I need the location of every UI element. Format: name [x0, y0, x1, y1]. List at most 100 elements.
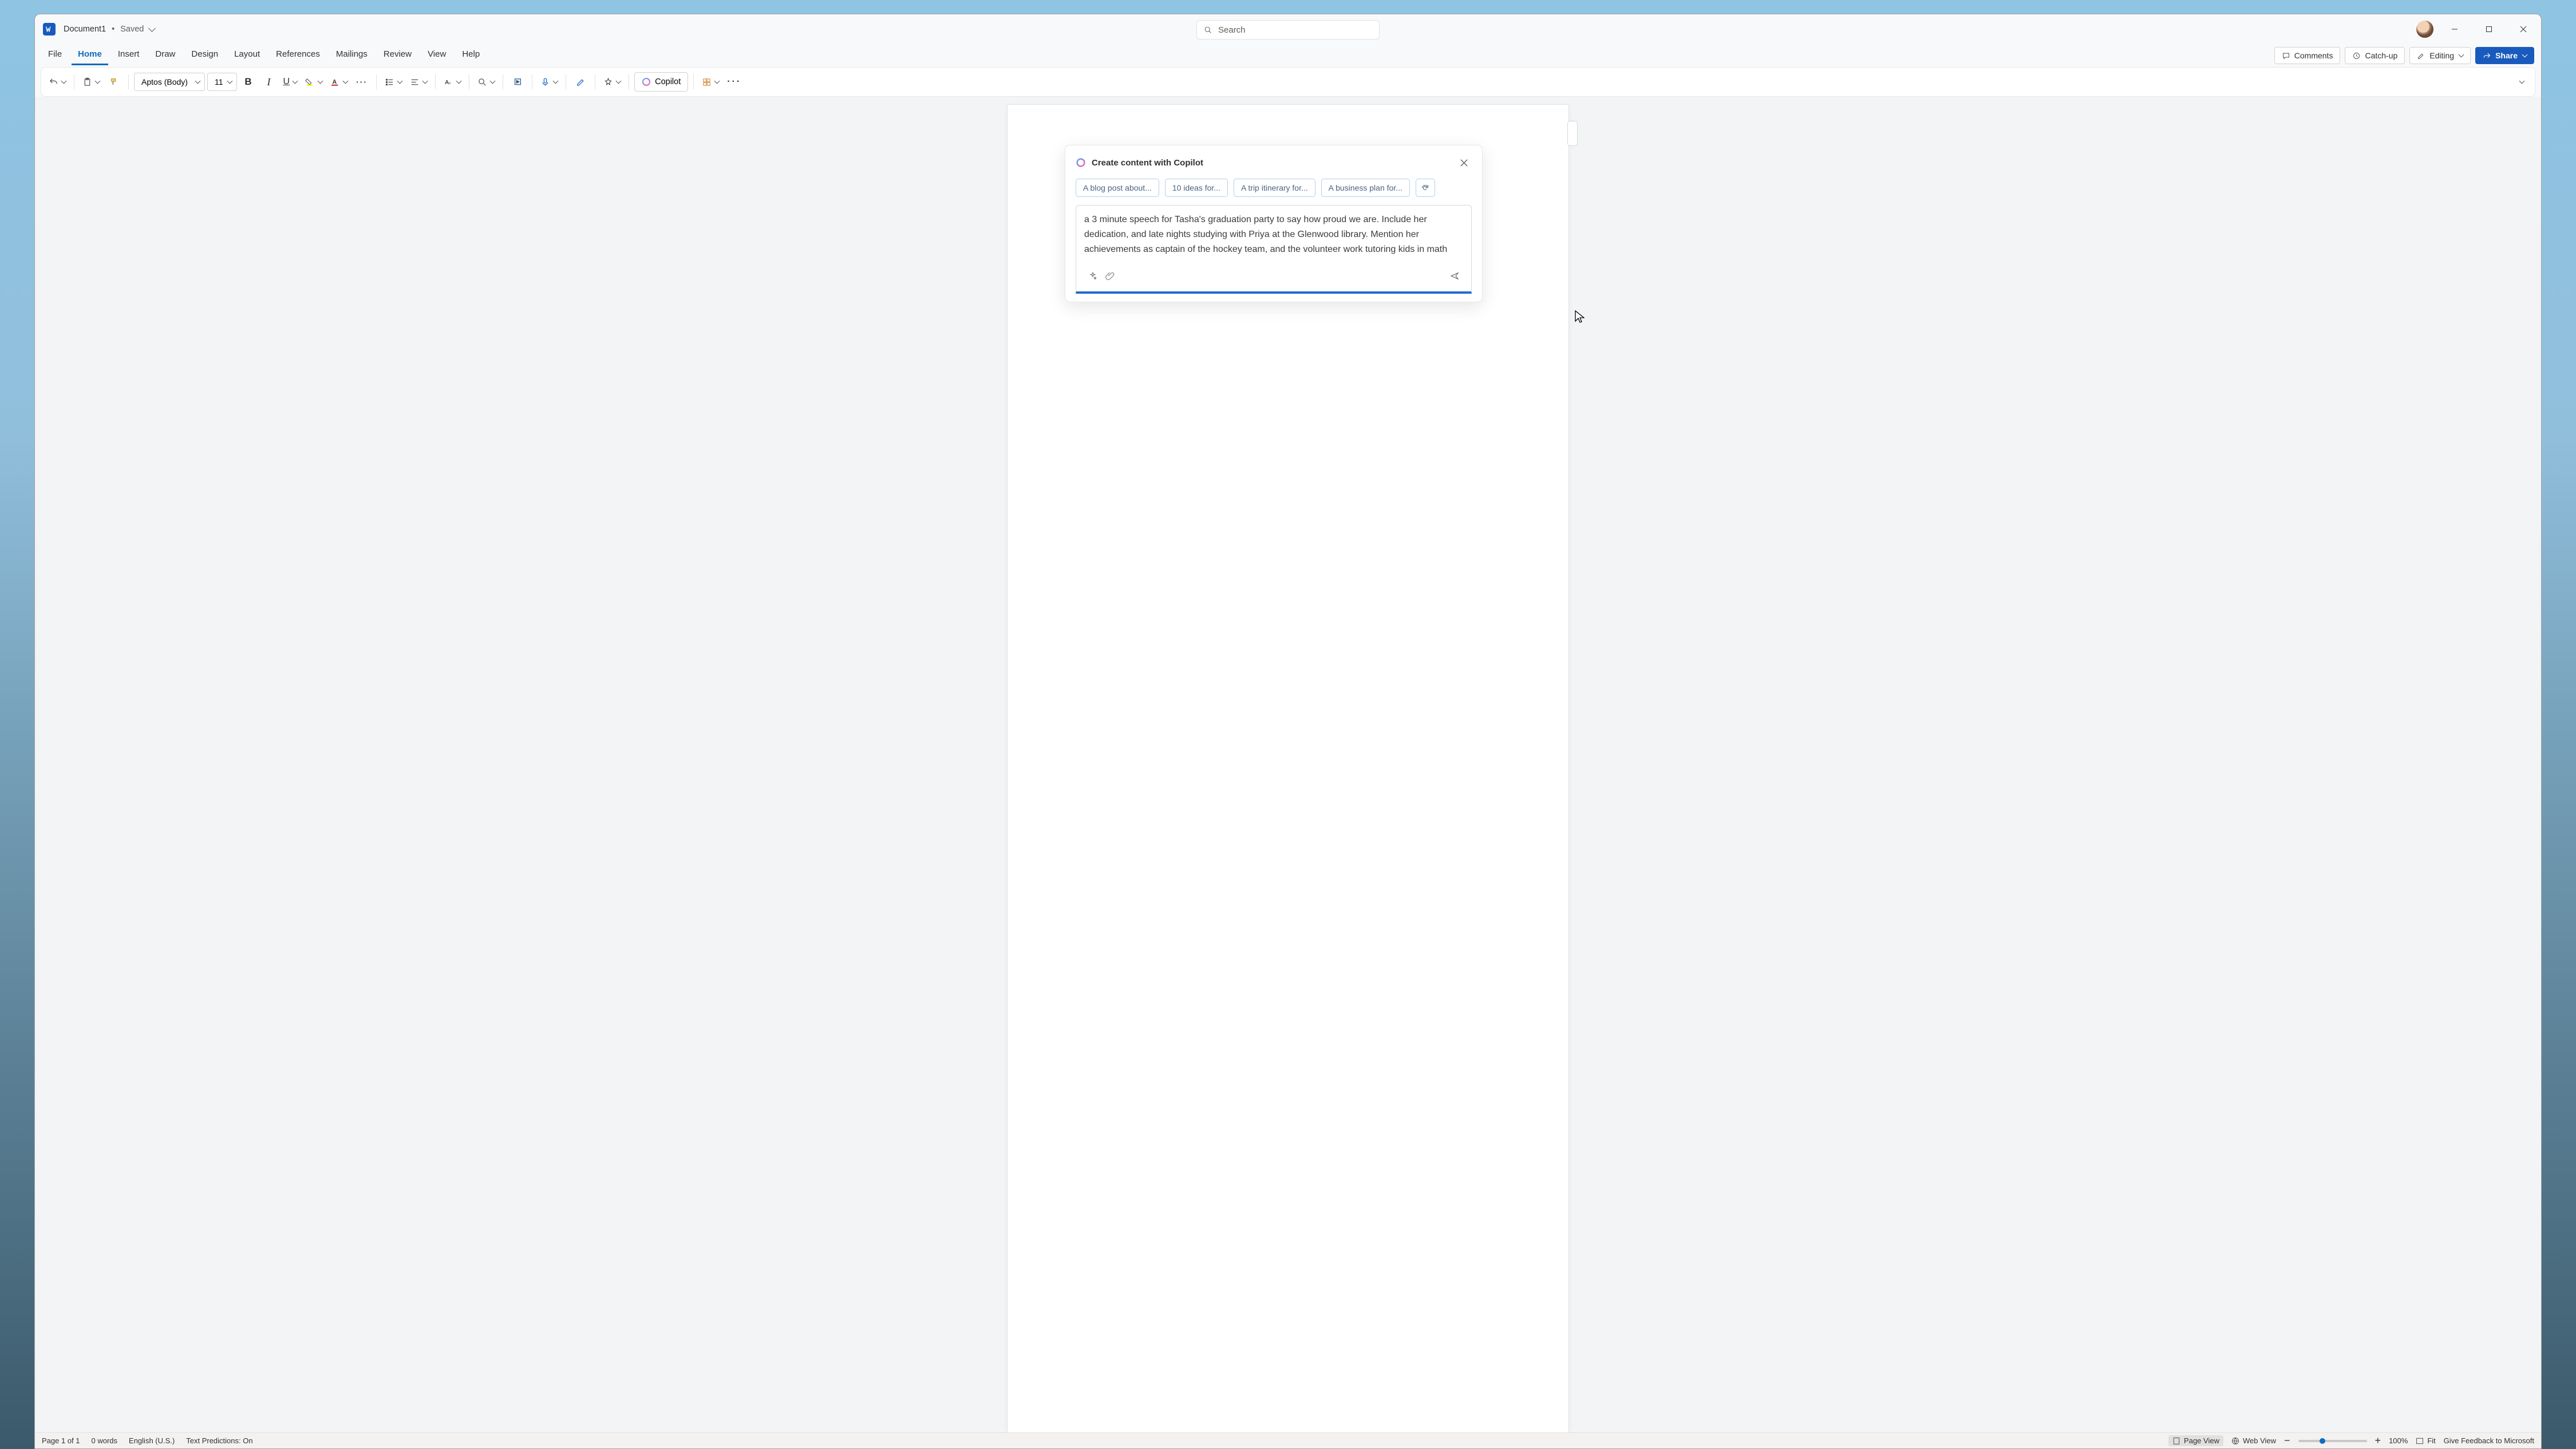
user-avatar[interactable]: [2416, 21, 2433, 38]
zoom-out-button[interactable]: −: [2284, 1435, 2290, 1447]
editor-button[interactable]: [571, 72, 590, 92]
ribbon-tabs: File Home Insert Draw Design Layout Refe…: [35, 44, 2541, 67]
zoom-slider[interactable]: [2298, 1440, 2367, 1442]
copilot-panel: Create content with Copilot A blog post …: [1065, 145, 1483, 302]
font-size-select[interactable]: 11: [207, 73, 237, 91]
copilot-prompt-box[interactable]: a 3 minute speech for Tasha's graduation…: [1076, 205, 1472, 294]
chip-ideas[interactable]: 10 ideas for...: [1165, 179, 1228, 197]
tab-insert[interactable]: Insert: [112, 46, 146, 65]
send-button[interactable]: [1446, 267, 1463, 285]
app-window: Document1 • Saved Search File Home Inser…: [34, 14, 2542, 1449]
title-bar: Document1 • Saved Search: [35, 14, 2541, 44]
dictate-button[interactable]: [538, 72, 560, 92]
font-color-button[interactable]: A: [327, 72, 350, 92]
pencil-icon: [2417, 52, 2425, 60]
comment-icon: [2282, 52, 2290, 60]
feedback-link[interactable]: Give Feedback to Microsoft: [2444, 1436, 2534, 1445]
styles-button[interactable]: Aa: [441, 72, 464, 92]
catch-up-button[interactable]: Catch-up: [2345, 47, 2405, 64]
attach-button[interactable]: [1101, 267, 1119, 285]
tab-home[interactable]: Home: [72, 46, 108, 65]
font-family-select[interactable]: Aptos (Body): [134, 73, 205, 91]
margin-handle[interactable]: [1567, 121, 1578, 146]
undo-button[interactable]: [46, 72, 69, 92]
language-indicator[interactable]: English (U.S.): [129, 1436, 175, 1445]
send-icon: [1450, 271, 1459, 281]
editing-mode-button[interactable]: Editing: [2409, 47, 2471, 64]
word-app-icon: [43, 23, 56, 35]
tab-draw[interactable]: Draw: [149, 46, 181, 65]
text-predictions[interactable]: Text Predictions: On: [186, 1436, 252, 1445]
svg-text:A: A: [333, 78, 337, 85]
underline-button[interactable]: U: [280, 72, 301, 92]
document-page[interactable]: Create content with Copilot A blog post …: [1008, 105, 1568, 1432]
page-indicator[interactable]: Page 1 of 1: [42, 1436, 80, 1445]
format-painter-button[interactable]: [105, 72, 123, 92]
highlight-button[interactable]: [302, 72, 325, 92]
search-icon: [1204, 26, 1212, 34]
save-state: Saved: [120, 25, 144, 34]
tab-row-right: Comments Catch-up Editing Share: [2274, 47, 2534, 64]
zoom-in-button[interactable]: +: [2375, 1435, 2381, 1447]
copilot-icon: [642, 77, 651, 86]
svg-text:a: a: [449, 81, 451, 85]
copilot-title: Create content with Copilot: [1092, 158, 1203, 168]
tab-design[interactable]: Design: [185, 46, 224, 65]
italic-button[interactable]: I: [260, 72, 278, 92]
refresh-chips-button[interactable]: [1416, 179, 1435, 197]
paste-button[interactable]: [80, 72, 102, 92]
table-grid-button[interactable]: [699, 72, 722, 92]
tab-help[interactable]: Help: [456, 46, 486, 65]
sparkle-icon: [1088, 271, 1097, 281]
close-copilot-button[interactable]: [1456, 155, 1472, 171]
collapse-ribbon[interactable]: [2512, 72, 2530, 92]
refresh-icon: [1421, 184, 1429, 192]
close-window-button[interactable]: [2510, 18, 2537, 41]
page-view-button[interactable]: Page View: [2168, 1435, 2223, 1446]
search-placeholder: Search: [1218, 25, 1246, 35]
tab-view[interactable]: View: [421, 46, 452, 65]
ribbon-toolbar: Aptos (Body) 11 B I U A ··· Aa: [41, 67, 2535, 97]
status-bar: Page 1 of 1 0 words English (U.S.) Text …: [35, 1432, 2541, 1448]
document-title[interactable]: Document1 • Saved: [64, 25, 155, 34]
inspire-button[interactable]: [1084, 267, 1101, 285]
designer-button[interactable]: [600, 72, 623, 92]
attachment-icon: [1105, 271, 1115, 281]
word-count[interactable]: 0 words: [92, 1436, 118, 1445]
chevron-down-icon: [148, 25, 156, 32]
fit-button[interactable]: Fit: [2416, 1436, 2435, 1445]
prompt-text[interactable]: a 3 minute speech for Tasha's graduation…: [1084, 212, 1463, 257]
doc-name: Document1: [64, 25, 106, 34]
zoom-level[interactable]: 100%: [2389, 1436, 2408, 1445]
find-button[interactable]: [475, 72, 497, 92]
web-view-button[interactable]: Web View: [2231, 1436, 2276, 1445]
mouse-cursor: [1574, 310, 1585, 327]
catchup-icon: [2352, 52, 2361, 60]
copilot-icon: [1076, 157, 1086, 168]
tab-review[interactable]: Review: [377, 46, 418, 65]
share-icon: [2483, 52, 2491, 60]
chip-business-plan[interactable]: A business plan for...: [1321, 179, 1410, 197]
bold-button[interactable]: B: [239, 72, 258, 92]
chip-blog-post[interactable]: A blog post about...: [1076, 179, 1159, 197]
more-commands[interactable]: ···: [724, 72, 744, 92]
copilot-ribbon-button[interactable]: Copilot: [634, 72, 688, 92]
bullets-button[interactable]: [382, 72, 405, 92]
share-button[interactable]: Share: [2475, 47, 2534, 64]
search-input[interactable]: Search: [1196, 20, 1380, 40]
tab-layout[interactable]: Layout: [228, 46, 266, 65]
read-aloud-button[interactable]: [508, 72, 527, 92]
chevron-down-icon: [2459, 52, 2464, 57]
suggestion-chips: A blog post about... 10 ideas for... A t…: [1076, 179, 1472, 197]
comments-button[interactable]: Comments: [2274, 47, 2341, 64]
maximize-button[interactable]: [2476, 18, 2502, 41]
more-font-options[interactable]: ···: [353, 72, 371, 92]
chip-trip-itinerary[interactable]: A trip itinerary for...: [1234, 179, 1315, 197]
minimize-button[interactable]: [2441, 18, 2468, 41]
title-bar-right: [2416, 18, 2537, 41]
tab-references[interactable]: References: [270, 46, 326, 65]
align-button[interactable]: [407, 72, 430, 92]
chevron-down-icon: [2522, 52, 2528, 57]
tab-file[interactable]: File: [42, 46, 68, 65]
tab-mailings[interactable]: Mailings: [330, 46, 374, 65]
